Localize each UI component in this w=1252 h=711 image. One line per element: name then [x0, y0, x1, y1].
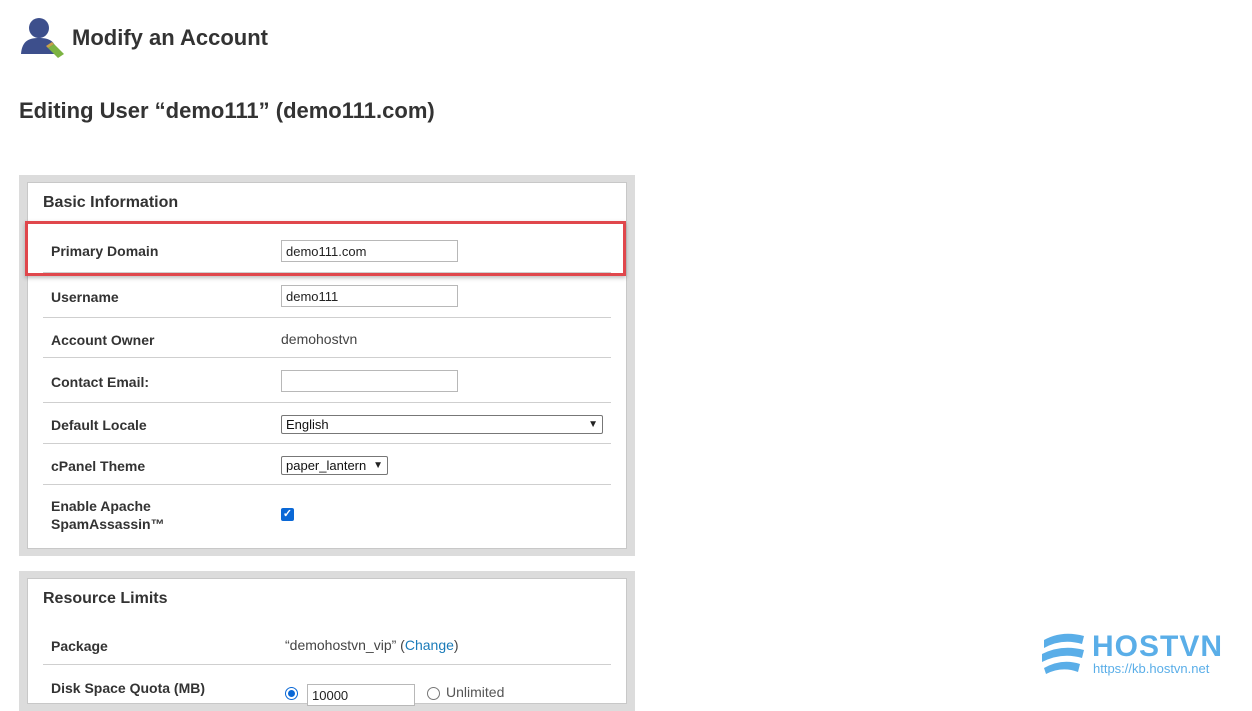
primary-domain-highlight	[25, 221, 626, 276]
disk-quota-input[interactable]	[307, 684, 415, 706]
spamassassin-label-line1: Enable Apache	[51, 498, 151, 514]
disk-quota-label: Disk Space Quota (MB)	[51, 680, 206, 696]
default-locale-value: English	[286, 417, 329, 432]
hostvn-brand: HOSTVN	[1092, 630, 1224, 663]
default-locale-label: Default Locale	[51, 417, 147, 433]
row-disk-quota: Disk Space Quota (MB) Unlimited	[43, 665, 611, 706]
chevron-down-icon: ▼	[588, 419, 598, 430]
contact-email-input[interactable]	[281, 370, 458, 392]
row-default-locale: Default Locale English ▼	[43, 403, 611, 444]
cpanel-theme-select[interactable]: paper_lantern ▼	[281, 456, 388, 475]
package-name: “demohostvn_vip”	[285, 637, 397, 653]
basic-information-title: Basic Information	[43, 194, 179, 211]
account-owner-label: Account Owner	[51, 332, 155, 348]
account-owner-value: demohostvn	[281, 331, 358, 347]
default-locale-select[interactable]: English ▼	[281, 415, 603, 434]
disk-quota-unlimited-label: Unlimited	[446, 684, 505, 700]
spamassassin-checkbox[interactable]: ✓	[281, 508, 294, 521]
package-label: Package	[51, 638, 108, 654]
cpanel-theme-value: paper_lantern	[286, 458, 367, 473]
hostvn-watermark: HOSTVN https://kb.hostvn.net	[1040, 630, 1235, 678]
spamassassin-label-line2: SpamAssassin™	[51, 516, 165, 532]
row-spamassassin: Enable Apache SpamAssassin™ ✓	[43, 485, 611, 545]
user-edit-icon	[18, 14, 66, 60]
cpanel-theme-label: cPanel Theme	[51, 458, 146, 474]
chevron-down-icon: ▼	[373, 460, 383, 471]
resource-limits-panel: Resource Limits Package “demohostvn_vip”…	[19, 571, 635, 711]
username-label: Username	[51, 289, 119, 305]
package-close-paren: )	[453, 637, 459, 653]
row-username: Username	[43, 273, 611, 318]
page-title: Modify an Account	[72, 25, 268, 50]
row-package: Package “demohostvn_vip” (Change)	[43, 625, 611, 665]
row-contact-email: Contact Email:	[43, 358, 611, 403]
hostvn-logo-icon	[1042, 633, 1084, 674]
change-package-link[interactable]: Change	[405, 637, 454, 653]
row-account-owner: Account Owner demohostvn	[43, 318, 611, 358]
resource-limits-inner: Resource Limits Package “demohostvn_vip”…	[27, 578, 627, 706]
hostvn-url: https://kb.hostvn.net	[1093, 661, 1210, 676]
disk-quota-unlimited-radio[interactable]	[427, 687, 440, 700]
row-cpanel-theme: cPanel Theme paper_lantern ▼	[43, 444, 611, 485]
disk-quota-limited-radio[interactable]	[285, 687, 298, 700]
contact-email-label: Contact Email:	[51, 374, 150, 390]
username-input[interactable]	[281, 285, 458, 307]
editing-user-heading: Editing User “demo111” (demo111.com)	[19, 98, 435, 123]
package-value: “demohostvn_vip” (Change)	[285, 637, 459, 653]
resource-limits-title: Resource Limits	[43, 590, 168, 607]
spamassassin-label: Enable Apache SpamAssassin™	[51, 497, 165, 533]
package-open-paren: (	[396, 637, 405, 653]
page-header: Modify an Account	[18, 14, 268, 60]
